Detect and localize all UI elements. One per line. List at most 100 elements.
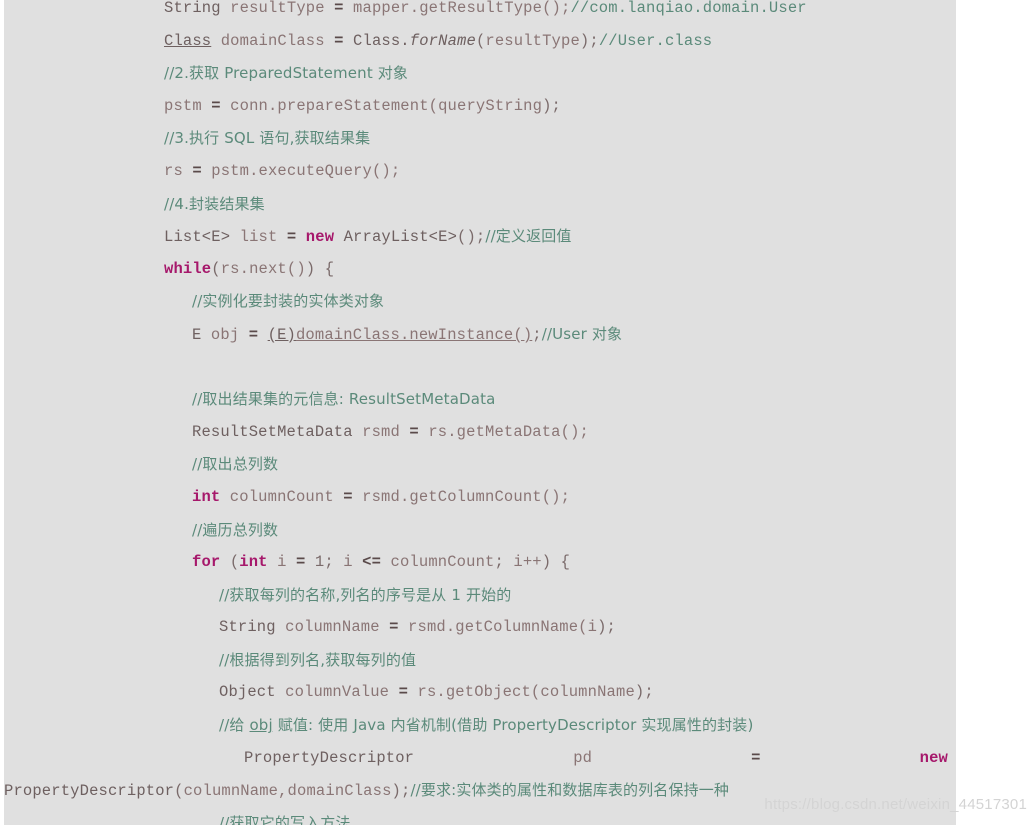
- code-line-justified: PropertyDescriptor pd = new: [4, 742, 956, 775]
- code-token: rsmd.getColumnName(: [408, 618, 588, 637]
- code-token: =: [398, 683, 418, 702]
- code-token: //3.执行 SQL 语句,获取结果集: [164, 129, 371, 148]
- code-token: rs.next(): [220, 259, 306, 278]
- code-token: columnName: [540, 683, 635, 702]
- code-token: PropertyDescriptor: [4, 782, 175, 801]
- code-token: //实例化要封装的实体类对象: [192, 292, 385, 311]
- code-token: obj: [249, 716, 273, 735]
- code-line: //2.获取 PreparedStatement 对象: [4, 57, 956, 90]
- code-token: for: [192, 553, 230, 572]
- code-token: Class: [164, 31, 212, 50]
- code-token: ResultSetMetaData: [192, 422, 363, 441]
- code-token: queryString: [438, 96, 543, 115]
- code-token: //遍历总列数: [192, 520, 279, 539]
- code-token: //com.lanqiao.domain.User: [570, 0, 807, 17]
- code-token: ;: [532, 325, 542, 344]
- code-line: //给 obj 赋值: 使用 Java 内省机制(借助 PropertyDesc…: [4, 709, 956, 742]
- code-token: =: [409, 422, 429, 441]
- code-line: //取出结果集的元信息: ResultSetMetaData: [4, 383, 956, 416]
- code-token: domainClass: [211, 31, 335, 50]
- code-token: pstm.executeQuery();: [211, 161, 401, 180]
- code-token: columnName,domainClass: [183, 782, 392, 801]
- code-token: i: [587, 618, 598, 637]
- code-line: //4.封装结果集: [4, 188, 956, 221]
- code-token: //2.获取 PreparedStatement 对象: [164, 64, 409, 83]
- code-line: for (int i = 1; i <= columnCount; i++) {: [4, 546, 956, 579]
- code-token: mapper.getResultType();: [353, 0, 571, 17]
- code-line: ResultSetMetaData rsmd = rs.getMetaData(…: [4, 416, 956, 449]
- code-screenshot-page: String resultType = mapper.getResultType…: [0, 0, 1035, 825]
- code-token: pd: [573, 748, 593, 767]
- code-token: (E): [267, 325, 296, 344]
- code-token: =: [295, 553, 315, 572]
- code-line: List<E> list = new ArrayList<E>();//定义返回…: [4, 220, 956, 253]
- code-line: while(rs.next()) {: [4, 253, 956, 286]
- code-token: ();: [457, 228, 486, 247]
- code-token: //4.封装结果集: [164, 194, 265, 213]
- code-token: //取出总列数: [192, 455, 279, 474]
- code-token: forName: [409, 31, 476, 50]
- code-token: );: [542, 96, 561, 115]
- code-line: //3.执行 SQL 语句,获取结果集: [4, 122, 956, 155]
- code-line: //取出总列数: [4, 448, 956, 481]
- code-token: while: [164, 259, 212, 278]
- code-token: =: [286, 228, 306, 247]
- code-token: list: [239, 228, 287, 247]
- code-token: List<E>: [164, 228, 240, 247]
- code-token: ArrayList<E>: [343, 228, 458, 247]
- code-token: i: [267, 553, 296, 572]
- code-token: rsmd.getColumnCount();: [362, 487, 571, 506]
- code-token: columnCount: [220, 487, 344, 506]
- code-token: (: [475, 31, 486, 50]
- code-token: rs.getMetaData();: [428, 422, 589, 441]
- code-token: );: [597, 618, 616, 637]
- code-token: E: [192, 325, 211, 344]
- code-token: (: [211, 259, 221, 278]
- code-token: String: [219, 618, 286, 637]
- code-token: Class.: [353, 31, 410, 50]
- code-token: ) {: [541, 553, 571, 572]
- code-block: String resultType = mapper.getResultType…: [4, 0, 956, 825]
- code-token: rs.getObject(: [417, 683, 541, 702]
- code-token: new: [305, 228, 344, 247]
- code-line: E obj = (E)domainClass.newInstance();//U…: [4, 318, 956, 351]
- code-token: Object: [219, 683, 286, 702]
- code-token: );: [579, 31, 599, 50]
- code-token: //要求:实体类的属性和数据库表的列名保持一种: [410, 781, 730, 800]
- code-token: //取出结果集的元信息: ResultSetMetaData: [192, 390, 496, 409]
- code-line: rs = pstm.executeQuery();: [4, 155, 956, 188]
- code-line: //根据得到列名,获取每列的值: [4, 644, 956, 677]
- code-token: new: [919, 748, 948, 767]
- code-token: i++: [513, 553, 542, 572]
- code-token: =: [248, 325, 268, 344]
- code-token: rs: [164, 161, 193, 180]
- code-token: ) {: [305, 259, 335, 278]
- code-token: domainClass.newInstance(): [295, 325, 533, 344]
- code-token: columnCount: [390, 553, 495, 572]
- code-token: =: [211, 96, 231, 115]
- code-token: //获取它的写入方法: [219, 813, 351, 825]
- code-token: //给: [219, 716, 250, 735]
- code-line: Object columnValue = rs.getObject(column…: [4, 676, 956, 709]
- code-token: );: [634, 683, 654, 702]
- code-token: pstm: [164, 96, 212, 115]
- code-line-list: String resultType = mapper.getResultType…: [4, 0, 956, 825]
- code-token: resultType: [230, 0, 335, 17]
- code-token: columnValue: [285, 683, 399, 702]
- code-token: //User 对象: [541, 324, 623, 343]
- code-token: =: [389, 618, 409, 637]
- code-token: //User.class: [598, 31, 713, 50]
- code-line: Class domainClass = Class.forName(result…: [4, 25, 956, 58]
- code-token: (: [174, 782, 184, 801]
- code-line: pstm = conn.prepareStatement(queryString…: [4, 90, 956, 123]
- code-line: //获取每列的名称,列名的序号是从 1 开始的: [4, 579, 956, 612]
- code-line: String resultType = mapper.getResultType…: [4, 0, 956, 25]
- code-line: //遍历总列数: [4, 514, 956, 547]
- code-token: obj: [210, 325, 249, 344]
- code-token: =: [334, 31, 354, 50]
- code-token: int: [192, 487, 221, 506]
- code-token: PropertyDescriptor: [244, 748, 415, 767]
- code-token: ;: [494, 553, 514, 572]
- code-token: int: [239, 553, 268, 572]
